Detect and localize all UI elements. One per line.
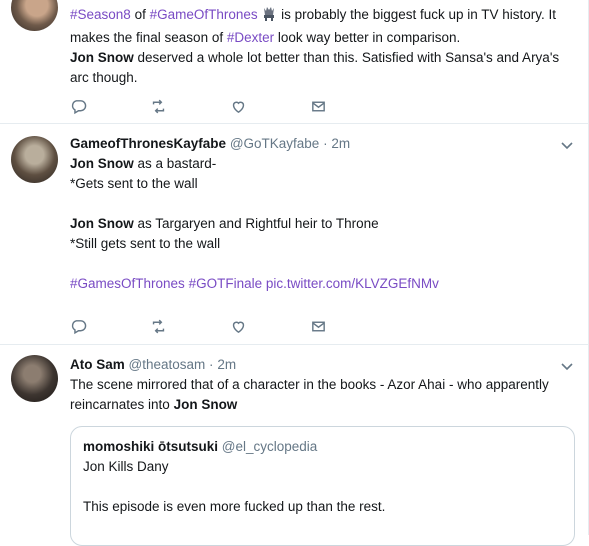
reply-button[interactable] xyxy=(70,316,150,336)
like-button[interactable] xyxy=(230,316,310,336)
retweet-icon xyxy=(152,319,165,333)
reply-icon xyxy=(71,99,87,114)
message-icon xyxy=(312,101,325,111)
chevron-down-icon[interactable] xyxy=(560,138,574,152)
message-icon xyxy=(312,321,325,331)
quoted-text-line2: This episode is even more fucked up than… xyxy=(83,499,386,514)
tweet-text: Jon Snow as a bastard- *Gets sent to the… xyxy=(70,156,439,291)
retweet-button[interactable] xyxy=(150,96,230,116)
tweet-actions xyxy=(70,96,390,116)
bold-text: Jon Snow xyxy=(70,50,134,65)
quoted-tweet[interactable]: momoshiki ōtsutsuki @el_cyclopedia Jon K… xyxy=(70,426,575,546)
tweet-text: The scene mirrored that of a character i… xyxy=(70,377,549,412)
separator: · xyxy=(209,357,214,372)
timestamp[interactable]: 2m xyxy=(331,136,350,151)
like-icon xyxy=(232,101,245,113)
avatar[interactable] xyxy=(11,355,58,402)
tweet-content: GameofThronesKayfabe @GoTKayfabe · 2m Jo… xyxy=(70,134,574,294)
quoted-handle: @el_cyclopedia xyxy=(221,439,318,454)
display-name[interactable]: GameofThronesKayfabe xyxy=(70,136,226,151)
reply-icon xyxy=(71,319,87,334)
hashtag-season8[interactable]: #Season8 xyxy=(70,7,131,22)
message-button[interactable] xyxy=(310,96,390,116)
tweet-header: Ato Sam @theatosam · 2m xyxy=(70,355,574,375)
hashtag-dexter[interactable]: #Dexter xyxy=(227,30,274,45)
avatar[interactable] xyxy=(11,136,58,183)
tweet-1[interactable]: #Season8 of #GameOfThrones is probably t… xyxy=(0,0,588,124)
retweet-icon xyxy=(152,99,165,113)
timestamp[interactable]: 2m xyxy=(217,357,236,372)
hashtag-gamesofthrones[interactable]: #GamesOfThrones xyxy=(70,276,185,291)
tweet-2[interactable]: GameofThronesKayfabe @GoTKayfabe · 2m Jo… xyxy=(0,124,588,345)
avatar[interactable] xyxy=(11,0,58,31)
message-button[interactable] xyxy=(310,316,390,336)
handle[interactable]: @theatosam xyxy=(129,357,206,372)
tweet-3[interactable]: Ato Sam @theatosam · 2m The scene mirror… xyxy=(0,345,588,546)
hashtag-gotfinale[interactable]: #GOTFinale xyxy=(189,276,263,291)
separator: · xyxy=(323,136,328,151)
throne-emoji-icon xyxy=(261,6,277,28)
quoted-display-name: momoshiki ōtsutsuki xyxy=(83,439,219,454)
hashtag-gameofthrones[interactable]: #GameOfThrones xyxy=(150,7,258,22)
like-button[interactable] xyxy=(230,96,310,116)
reply-button[interactable] xyxy=(70,96,150,116)
display-name[interactable]: Ato Sam xyxy=(70,357,125,372)
retweet-button[interactable] xyxy=(150,316,230,336)
tweet-actions xyxy=(70,316,390,336)
pic-link[interactable]: pic.twitter.com/KLVZGEfNMv xyxy=(266,276,439,291)
tweet-content: Ato Sam @theatosam · 2m The scene mirror… xyxy=(70,355,574,415)
tweet-text: #Season8 of #GameOfThrones is probably t… xyxy=(70,6,560,85)
quoted-text-line1: Jon Kills Dany xyxy=(83,459,169,474)
chevron-down-icon[interactable] xyxy=(560,359,574,373)
tweet-header: GameofThronesKayfabe @GoTKayfabe · 2m xyxy=(70,134,574,154)
like-icon xyxy=(232,321,245,333)
handle[interactable]: @GoTKayfabe xyxy=(230,136,320,151)
quoted-tweet-header: momoshiki ōtsutsuki @el_cyclopedia xyxy=(83,437,562,457)
